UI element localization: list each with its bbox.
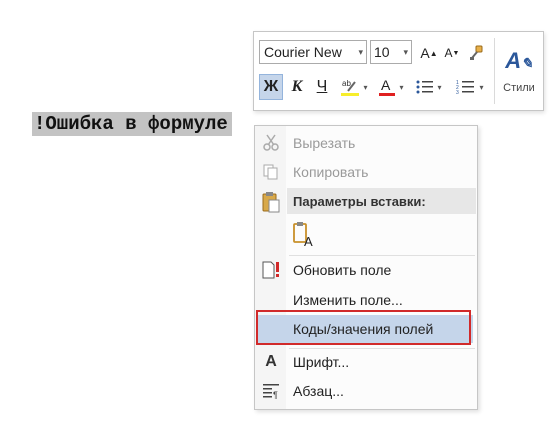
grow-font-button[interactable]: A ▲ [419,40,439,66]
highlight-color-button[interactable]: ab ▾ [337,74,371,100]
styles-label: Стили [503,82,535,94]
menu-item-label: Копировать [293,164,369,180]
styles-button[interactable]: A✎ Стили [499,38,539,104]
bullets-icon [416,80,434,94]
font-icon: A [265,353,277,370]
annotation-highlight-box [256,310,471,345]
field-result-text[interactable]: !Ошибка в формуле [32,112,232,136]
chevron-down-icon: ▾ [363,82,368,92]
menu-item-paragraph[interactable]: ¶ Абзац... [255,377,477,405]
menu-item-label: Изменить поле... [293,292,403,308]
scissors-icon [261,133,281,153]
menu-item-label: Обновить поле [293,262,392,278]
bullets-button[interactable]: ▾ [412,74,446,100]
copy-icon [261,162,281,182]
svg-text:A: A [304,234,313,248]
menu-item-cut[interactable]: Вырезать [255,129,477,157]
svg-text:3: 3 [456,90,459,95]
font-name-select[interactable]: Courier New ▾ [259,40,367,64]
paragraph-icon: ¶ [261,381,281,401]
grow-font-icon: A [420,45,430,61]
font-color-button[interactable]: A ▾ [375,74,407,100]
font-size-value: 10 [374,44,390,60]
paste-options-header: Параметры вставки: [287,188,476,214]
font-size-select[interactable]: 10 ▾ [370,40,412,64]
bold-button[interactable]: Ж [259,74,283,100]
svg-text:ab: ab [342,79,351,88]
shrink-font-button[interactable]: A ▼ [442,40,462,66]
paste-options-icon [261,191,281,213]
format-painter-button[interactable] [465,40,487,66]
paste-keep-text-only-button[interactable]: A [291,220,317,249]
menu-item-update-field[interactable]: Обновить поле [255,256,477,284]
toolbar-separator [494,38,495,104]
context-menu: Вырезать Копировать Параметры вставки: A [254,125,478,410]
numbering-button[interactable]: 1 2 3 ▾ [451,74,489,100]
highlighter-icon: ab [341,79,360,96]
chevron-down-icon: ▾ [403,47,408,57]
svg-text:¶: ¶ [273,390,278,399]
svg-text:A: A [381,77,391,93]
shrink-font-icon: A [444,46,453,60]
font-color-icon: A [379,77,396,96]
chevron-down-icon: ▾ [358,47,363,57]
menu-item-label: Шрифт... [293,354,350,370]
font-name-value: Courier New [264,44,342,60]
numbering-icon: 1 2 3 [456,80,475,95]
chevron-down-icon: ▾ [437,82,442,92]
paste-text-only-icon: A [293,222,313,249]
chevron-down-icon: ▾ [399,82,404,92]
update-field-icon [261,260,281,280]
styles-icon: A✎ [505,48,533,73]
chevron-down-icon: ▾ [479,82,484,92]
underline-button[interactable]: Ч [312,74,332,100]
menu-item-font[interactable]: A Шрифт... [255,348,477,376]
menu-item-copy[interactable]: Копировать [255,158,477,186]
menu-item-label: Вырезать [293,135,356,151]
menu-item-label: Абзац... [293,383,344,399]
format-painter-icon [470,45,483,60]
italic-button[interactable]: К [287,74,307,100]
mini-toolbar: Courier New ▾ 10 ▾ A ▲ A ▼ A✎ Стили Ж К Ч … [253,31,544,111]
